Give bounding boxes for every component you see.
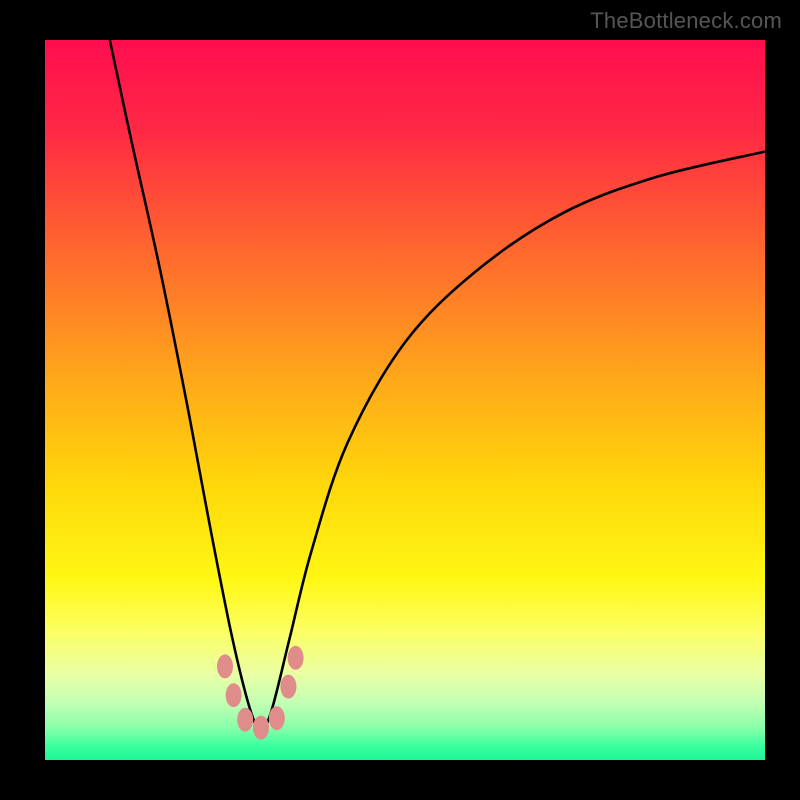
- trough-dot: [269, 706, 285, 730]
- bottleneck-curve: [45, 40, 765, 760]
- trough-dot: [253, 716, 269, 740]
- curve-path: [110, 40, 765, 730]
- watermark-text: TheBottleneck.com: [590, 8, 782, 34]
- trough-dot: [280, 675, 296, 699]
- trough-dot: [288, 646, 304, 670]
- trough-markers: [217, 646, 304, 740]
- trough-dot: [226, 683, 242, 707]
- plot-area: [45, 40, 765, 760]
- trough-dot: [237, 708, 253, 732]
- trough-dot: [217, 654, 233, 678]
- chart-frame: TheBottleneck.com: [0, 0, 800, 800]
